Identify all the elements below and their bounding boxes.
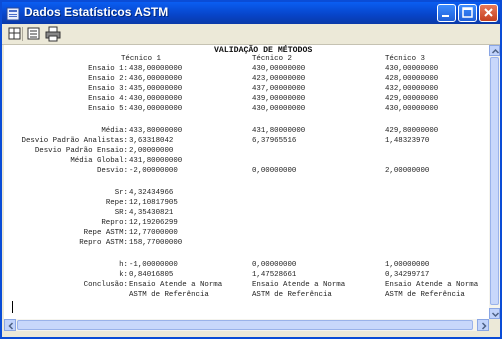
trial-value: 430,00000000 [252, 105, 306, 113]
stat-label: Repe: [105, 199, 128, 207]
trial-value: 430,00000000 [129, 105, 183, 113]
trial-stddev-label: Desvio Padrão Ensaio: [34, 147, 128, 155]
report-window: Dados Estatísticos ASTM VALIDAÇÃO DE MÉT… [0, 0, 502, 339]
conclusion-label: Conclusão: [83, 281, 128, 289]
stat-value: 12,10817905 [129, 199, 178, 207]
analyst-stddev-value: 6,37965516 [252, 137, 297, 145]
printer-icon[interactable] [45, 26, 61, 42]
stat-value: 12,19206299 [129, 219, 178, 227]
vertical-scroll-thumb[interactable] [490, 57, 499, 305]
scroll-down-button[interactable] [489, 308, 500, 319]
list-view-icon[interactable] [26, 26, 42, 42]
title-bar[interactable]: Dados Estatísticos ASTM [2, 2, 500, 24]
conclusion-text: Ensaio Atende a Norma [129, 281, 223, 289]
k-stat-value: 0,34299717 [385, 271, 430, 279]
trial-label: Ensaio 2: [88, 75, 128, 83]
conclusion-text: Ensaio Atende a Norma [252, 281, 346, 289]
stat-label: Repro: [101, 219, 128, 227]
scroll-left-button[interactable] [4, 319, 16, 331]
stat-value: 4,35430821 [129, 209, 174, 217]
analyst-stddev-label: Desvio Padrão Analistas: [21, 137, 128, 145]
trial-value: 429,00000000 [385, 95, 439, 103]
stat-value: 12,77000000 [129, 229, 178, 237]
trial-value: 430,00000000 [252, 65, 306, 73]
trial-value: 435,00000000 [129, 85, 183, 93]
deviation-label: Desvio: [96, 167, 128, 175]
grid-view-icon[interactable] [7, 26, 23, 42]
conclusion-text: Ensaio Atende a Norma [385, 281, 479, 289]
toolbar [2, 24, 500, 45]
toolbar-separator [22, 27, 23, 41]
trial-label: Ensaio 1: [88, 65, 128, 73]
stat-value: 4,32434966 [129, 189, 174, 197]
scroll-up-button[interactable] [489, 45, 500, 56]
conclusion-text: ASTM de Referência [129, 291, 209, 299]
trial-label: Ensaio 3: [88, 85, 128, 93]
report-document[interactable]: VALIDAÇÃO DE MÉTODOS Técnico 1 Técnico 2… [4, 45, 498, 319]
report-heading: VALIDAÇÃO DE MÉTODOS [214, 46, 313, 55]
deviation-value: 2,00000000 [385, 167, 430, 175]
technician-header: Técnico 2 [252, 55, 292, 63]
minimize-button[interactable] [437, 4, 456, 22]
trial-label: Ensaio 5: [88, 105, 128, 113]
trial-value: 436,00000000 [129, 75, 183, 83]
trial-value: 437,00000000 [252, 85, 306, 93]
mean-value: 429,80000000 [385, 127, 439, 135]
h-stat-value: 1,00000000 [385, 261, 430, 269]
trial-value: 423,00000000 [252, 75, 306, 83]
conclusion-text: ASTM de Referência [252, 291, 332, 299]
trial-stddev-value: 2,00000000 [129, 147, 174, 155]
stat-label: Sr: [114, 189, 128, 197]
technician-header: Técnico 3 [385, 55, 425, 63]
stat-label: Repro ASTM: [79, 239, 128, 247]
h-stat-value: -1,00000000 [129, 261, 178, 269]
k-stat-value: 0,84016805 [129, 271, 174, 279]
app-icon [6, 6, 20, 21]
stat-label: SR: [114, 209, 128, 217]
trial-value: 432,00000000 [385, 85, 439, 93]
analyst-stddev-value: 3,63318042 [129, 137, 174, 145]
mean-value: 431,80000000 [252, 127, 306, 135]
trial-value: 428,00000000 [385, 75, 439, 83]
text-caret [12, 301, 13, 313]
h-stat-label: h: [119, 261, 128, 269]
trial-value: 439,00000000 [252, 95, 306, 103]
global-mean-label: Média Global: [70, 157, 128, 165]
trial-value: 430,00000000 [385, 105, 439, 113]
trial-value: 430,00000000 [129, 95, 183, 103]
trial-label: Ensaio 4: [88, 95, 128, 103]
k-stat-value: 1,47528661 [252, 271, 297, 279]
k-stat-label: k: [119, 271, 128, 279]
h-stat-value: 0,00000000 [252, 261, 297, 269]
deviation-value: 0,00000000 [252, 167, 297, 175]
horizontal-scroll-thumb[interactable] [17, 320, 473, 330]
mean-value: 433,80000000 [129, 127, 183, 135]
mean-label: Média: [101, 127, 128, 135]
stat-value: 158,77000000 [129, 239, 183, 247]
horizontal-scrollbar[interactable] [4, 319, 489, 331]
window-title: Dados Estatísticos ASTM [24, 5, 169, 19]
technician-header: Técnico 1 [121, 55, 161, 63]
deviation-value: -2,00000000 [129, 167, 178, 175]
global-mean-value: 431,80000000 [129, 157, 183, 165]
analyst-stddev-value: 1,48323970 [385, 137, 430, 145]
vertical-scrollbar[interactable] [489, 45, 500, 319]
stat-label: Repe ASTM: [83, 229, 128, 237]
trial-value: 438,00000000 [129, 65, 183, 73]
maximize-button[interactable] [458, 4, 477, 22]
close-button[interactable] [479, 4, 498, 22]
conclusion-text: ASTM de Referência [385, 291, 465, 299]
trial-value: 430,00000000 [385, 65, 439, 73]
scroll-right-button[interactable] [477, 319, 489, 331]
